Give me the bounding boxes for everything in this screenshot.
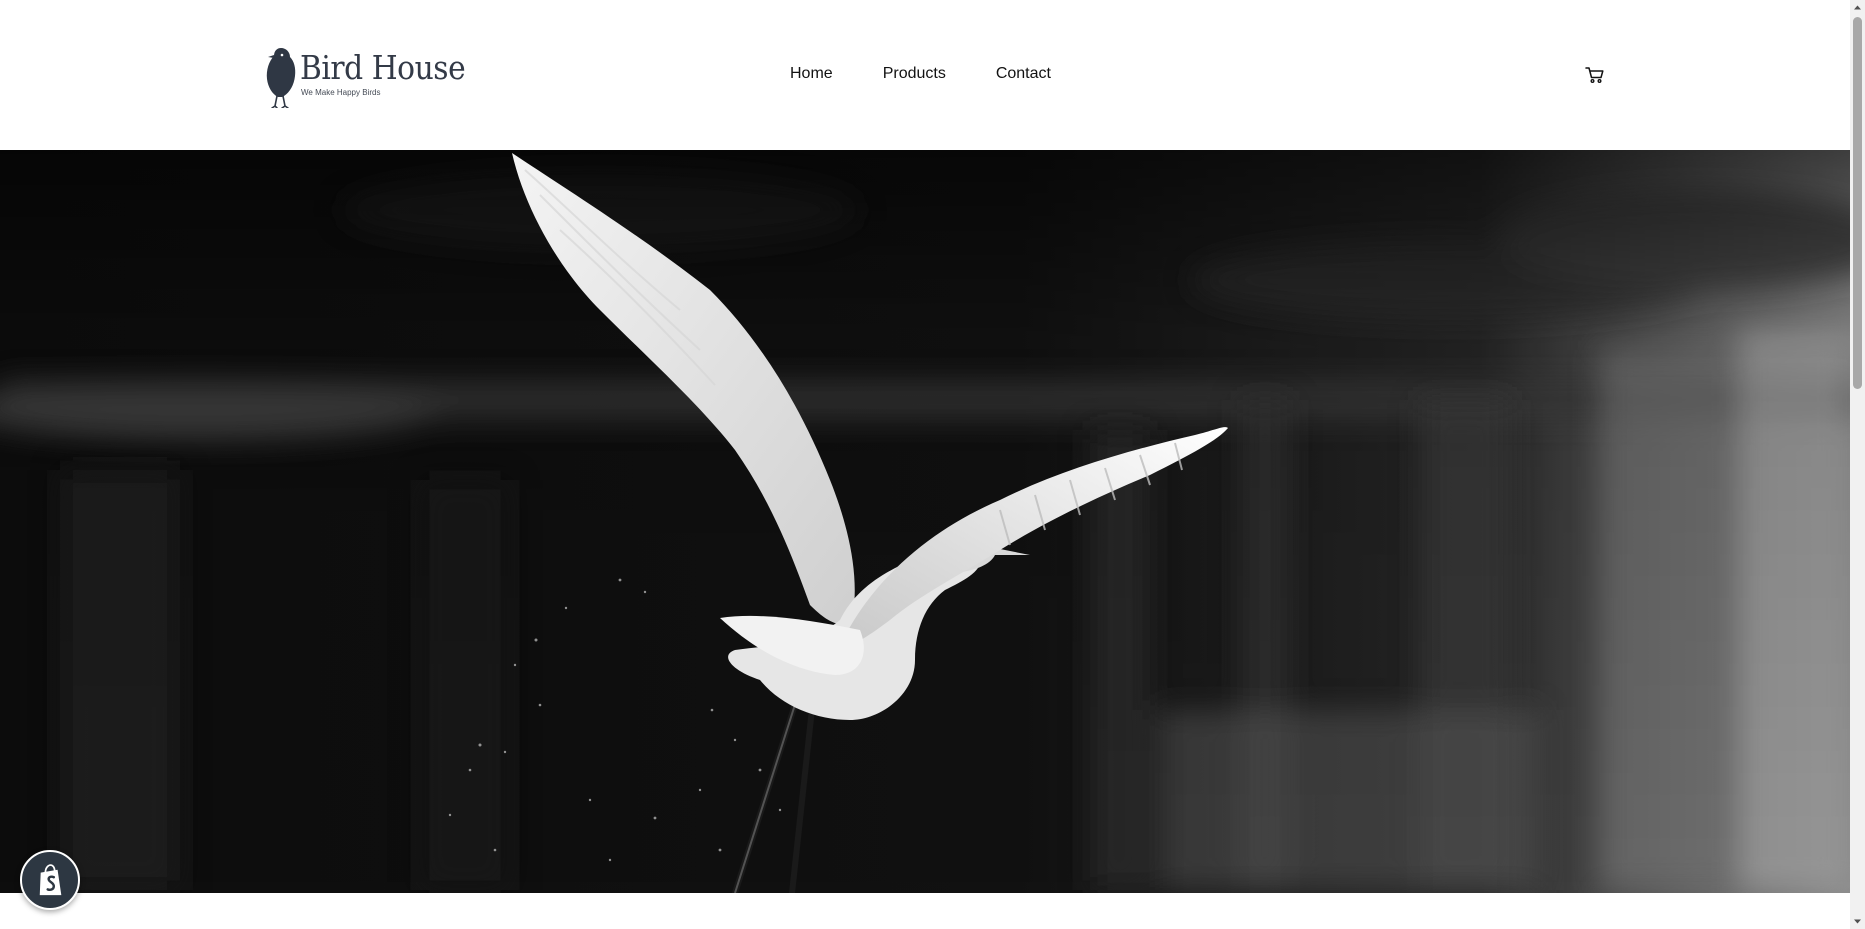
bird-logo-icon	[266, 48, 296, 108]
nav-link-home[interactable]: Home	[778, 57, 845, 91]
main-nav: Home Products Contact	[778, 56, 1063, 92]
site-header: Bird House We Make Happy Birds Home Prod…	[0, 0, 1850, 150]
site-logo-link[interactable]: Bird House We Make Happy Birds	[262, 46, 466, 108]
cart-icon	[1585, 67, 1604, 84]
hero-image	[0, 150, 1850, 893]
brand-tagline: We Make Happy Birds	[301, 88, 381, 97]
nav-link-contact[interactable]: Contact	[984, 57, 1063, 91]
vertical-scrollbar[interactable]	[1850, 0, 1865, 929]
hero-banner	[0, 150, 1850, 893]
page: Bird House We Make Happy Birds Home Prod…	[0, 0, 1865, 929]
brand-name: Bird House	[300, 48, 466, 87]
scrollbar-thumb[interactable]	[1853, 17, 1862, 389]
arrow-up-icon[interactable]	[1850, 0, 1865, 15]
nav-link-products[interactable]: Products	[871, 57, 958, 91]
arrow-down-icon[interactable]	[1850, 914, 1865, 929]
cart-button[interactable]	[1583, 62, 1607, 86]
page-content: Bird House We Make Happy Birds Home Prod…	[0, 0, 1850, 929]
shopify-bag-icon	[39, 864, 62, 896]
shopify-badge-button[interactable]	[20, 850, 80, 910]
